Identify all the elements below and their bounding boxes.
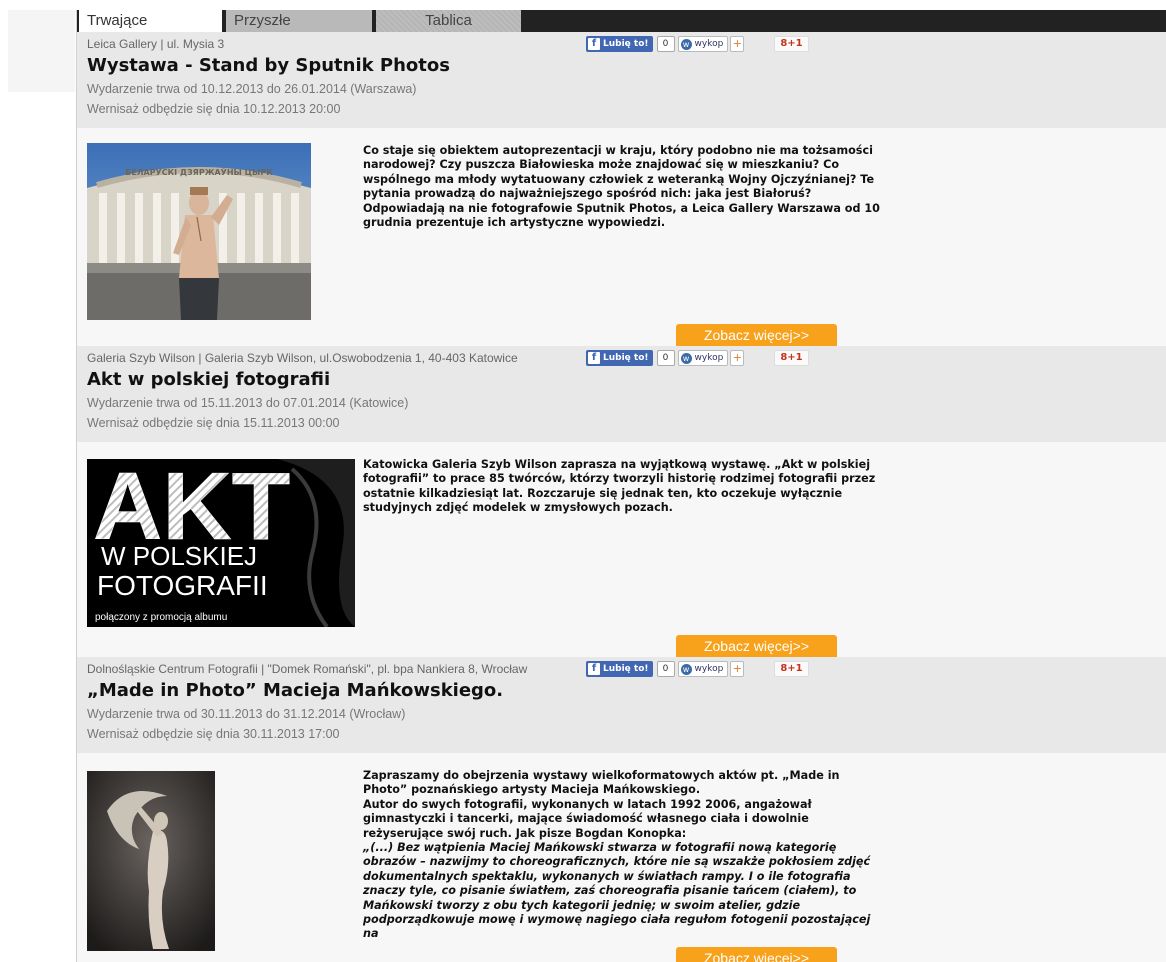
wykop-button[interactable]: w wykop	[677, 36, 729, 52]
like-count: 0	[656, 661, 675, 677]
event-dates: Wydarzenie trwa od 30.11.2013 do 31.12.2…	[87, 707, 406, 721]
google-plus-button[interactable]: 8+1	[774, 661, 809, 677]
wykop-label: wykop	[694, 353, 724, 363]
wykop-icon: w	[680, 38, 692, 50]
see-more-button[interactable]: Zobacz więcej>>	[676, 947, 837, 962]
wykop-label: wykop	[694, 39, 724, 49]
event-title[interactable]: Akt w polskiej fotografii	[87, 367, 1166, 393]
poster-line-2: FOTOGRAFII	[97, 570, 268, 601]
facebook-icon: f	[588, 352, 600, 364]
wykop-label: wykop	[694, 664, 724, 674]
facebook-icon: f	[588, 38, 600, 50]
event-title[interactable]: „Made in Photo” Macieja Mańkowskiego.	[87, 678, 1166, 704]
google-plus-button[interactable]: 8+1	[774, 36, 809, 52]
description-paragraph-1: Zapraszamy do obejrzenia wystawy wielkof…	[363, 769, 840, 797]
facebook-like-label: Lubię to!	[603, 39, 649, 49]
wykop-icon: w	[680, 352, 692, 364]
social-buttons: f Lubię to! 0 w wykop + 8+1	[586, 36, 809, 52]
event-dates: Wydarzenie trwa od 15.11.2013 do 07.01.2…	[87, 396, 409, 410]
event-item: Dolnośląskie Centrum Fotografii | "Domek…	[77, 657, 1166, 962]
description-paragraph-2: Autor do swych fotografii, wykonanych w …	[363, 797, 812, 840]
event-opening: Wernisaż odbędzie się dnia 15.11.2013 00…	[87, 416, 340, 430]
event-body: AKT W POLSKIEJ FOTOGRAFII połączony z pr…	[77, 442, 1166, 657]
see-more-button[interactable]: Zobacz więcej>>	[676, 324, 837, 346]
google-plus-label: +1	[787, 38, 803, 49]
left-gutter	[0, 0, 75, 962]
event-header: Galeria Szyb Wilson | Galeria Szyb Wilso…	[77, 346, 1166, 442]
event-image[interactable]: БЕЛАРУСКІ ДЗЯРЖАЎНЫ ЦЫРК	[87, 143, 311, 320]
wykop-button[interactable]: w wykop	[677, 661, 729, 677]
like-count: 0	[656, 36, 675, 52]
facebook-like-button[interactable]: f Lubię to!	[586, 350, 653, 366]
description-quote-text: „(...) Bez wątpienia Maciej Mańkowski st…	[363, 841, 871, 941]
event-image[interactable]: AKT W POLSKIEJ FOTOGRAFII połączony z pr…	[87, 459, 355, 627]
event-item: Galeria Szyb Wilson | Galeria Szyb Wilso…	[77, 346, 1166, 657]
event-header: Dolnośląskie Centrum Fotografii | "Domek…	[77, 657, 1166, 753]
tab-board[interactable]: Tablica	[376, 10, 521, 32]
event-description: Zapraszamy do obejrzenia wystawy wielkof…	[363, 769, 883, 942]
event-opening: Wernisaż odbędzie się dnia 30.11.2013 17…	[87, 727, 340, 741]
event-header: Leica Gallery | ul. Mysia 3 Wystawa - St…	[77, 32, 1166, 128]
like-count: 0	[656, 350, 675, 366]
event-description: Co staje się obiektem autoprezentacji w …	[363, 144, 880, 230]
social-buttons: f Lubię to! 0 w wykop + 8+1	[586, 350, 809, 366]
event-body: Zapraszamy do obejrzenia wystawy wielkof…	[77, 753, 1166, 962]
event-opening: Wernisaż odbędzie się dnia 10.12.2013 20…	[87, 102, 341, 116]
facebook-like-button[interactable]: f Lubię to!	[586, 36, 653, 52]
google-plus-label: +1	[787, 352, 803, 363]
event-dates: Wydarzenie trwa od 10.12.2013 do 26.01.2…	[87, 82, 417, 96]
wykop-button[interactable]: w wykop	[677, 350, 729, 366]
poster-caption: połączony z promocją albumu	[95, 612, 227, 623]
facebook-like-label: Lubię to!	[603, 664, 649, 674]
event-body: БЕЛАРУСКІ ДЗЯРЖАЎНЫ ЦЫРК Co staje się ob…	[77, 128, 1166, 346]
event-image[interactable]	[87, 771, 215, 951]
wykop-icon: w	[680, 663, 692, 675]
social-buttons: f Lubię to! 0 w wykop + 8+1	[586, 661, 809, 677]
event-item: Leica Gallery | ul. Mysia 3 Wystawa - St…	[77, 32, 1166, 346]
left-gutter-stripe	[8, 10, 75, 92]
poster-line-1: W POLSKIEJ	[101, 541, 257, 571]
tab-ongoing-events[interactable]: Trwające wydarzenia	[79, 10, 222, 51]
building-sign: БЕЛАРУСКІ ДЗЯРЖАЎНЫ ЦЫРК	[125, 166, 273, 177]
event-title[interactable]: Wystawa - Stand by Sputnik Photos	[87, 53, 1166, 79]
events-panel: Trwające wydarzenia Przyszłe wydarzenia …	[76, 10, 1166, 962]
facebook-icon: f	[588, 663, 600, 675]
facebook-like-button[interactable]: f Lubię to!	[586, 661, 653, 677]
event-description: Katowicka Galeria Szyb Wilson zaprasza n…	[363, 458, 876, 515]
description-quote: „(...) Bez wątpienia Maciej Mańkowski st…	[363, 841, 883, 942]
see-more-button[interactable]: Zobacz więcej>>	[676, 635, 837, 657]
wykop-plus-button[interactable]: +	[730, 350, 745, 366]
google-plus-label: +1	[787, 663, 803, 674]
tab-upcoming-events[interactable]: Przyszłe wydarzenia	[226, 10, 372, 51]
wykop-plus-button[interactable]: +	[730, 36, 745, 52]
wykop-plus-button[interactable]: +	[730, 661, 745, 677]
facebook-like-label: Lubię to!	[603, 353, 649, 363]
tab-bar: Trwające wydarzenia Przyszłe wydarzenia …	[77, 10, 1166, 51]
google-plus-button[interactable]: 8+1	[774, 350, 809, 366]
